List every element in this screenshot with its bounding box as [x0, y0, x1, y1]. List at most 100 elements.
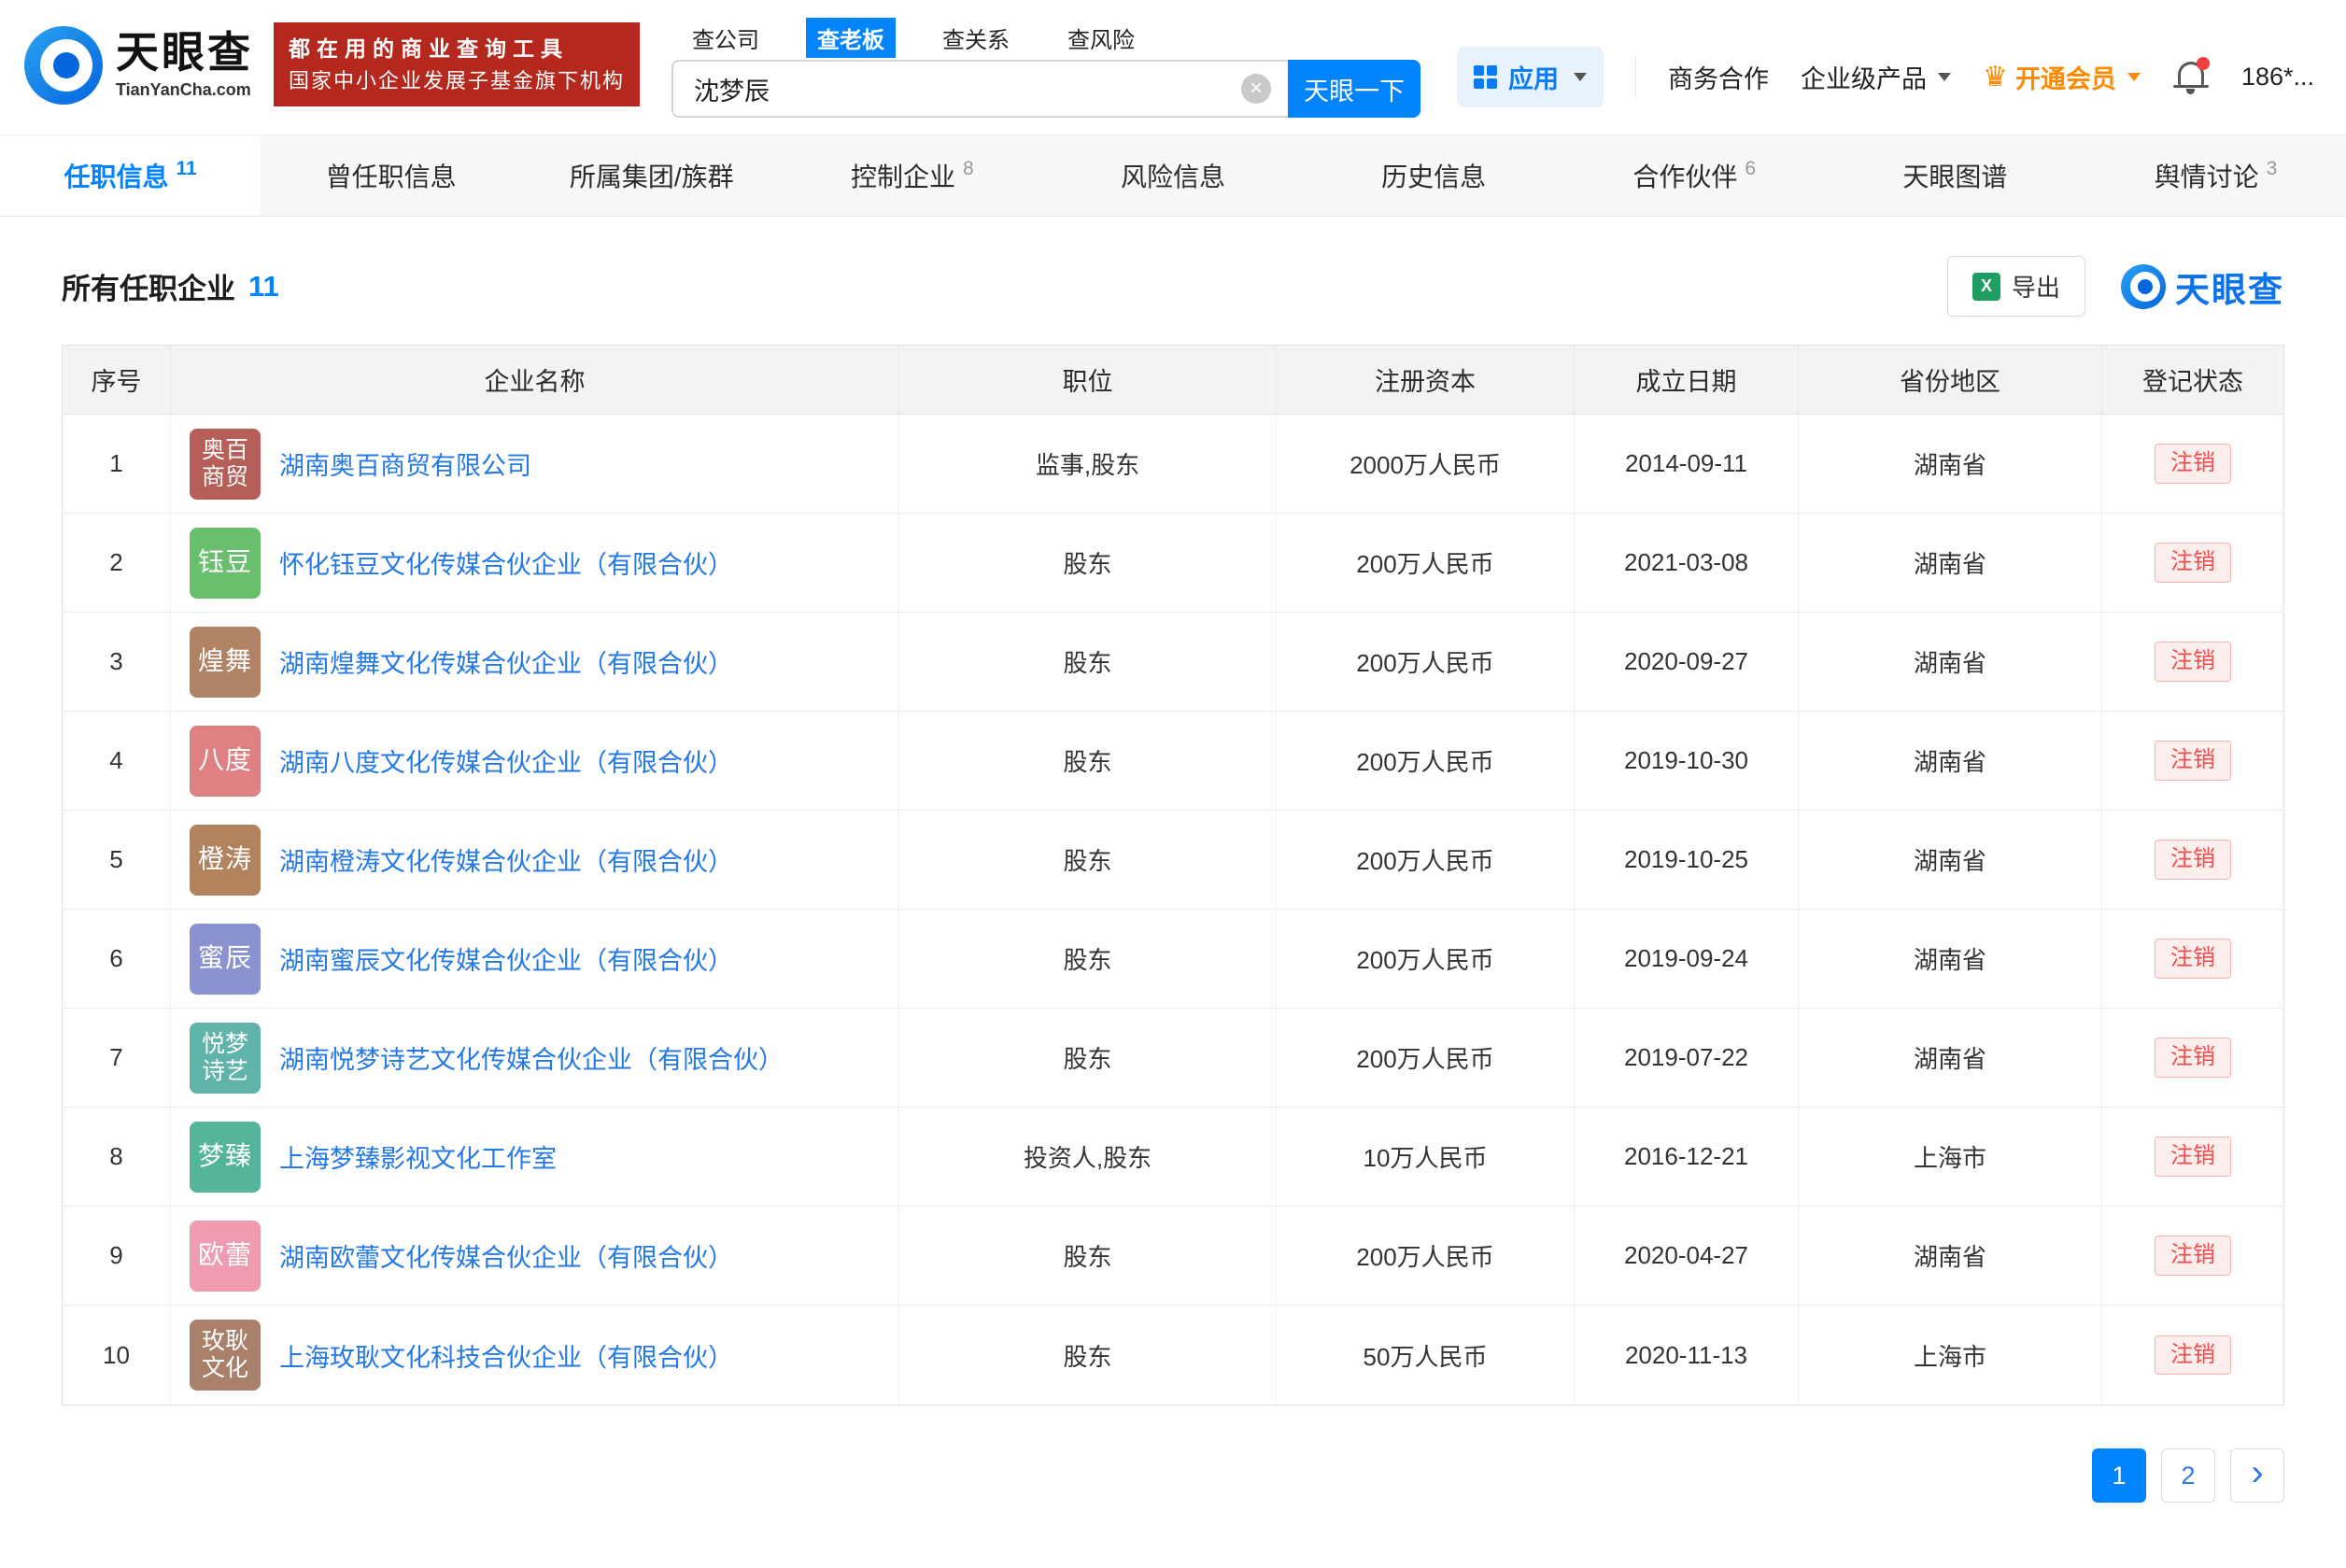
region-cell: 上海市	[1798, 1108, 2101, 1206]
company-name-link[interactable]: 湖南欧蕾文化传媒合伙企业（有限合伙）	[279, 1237, 733, 1274]
region-cell: 上海市	[1798, 1306, 2101, 1405]
export-button[interactable]: X 导出	[1946, 256, 2085, 317]
capital-cell: 200万人民币	[1276, 514, 1574, 612]
company-logo-text: 商贸	[201, 463, 248, 490]
nav-tab-label: 合作伙伴	[1632, 162, 1738, 191]
status-badge: 注销	[2155, 1236, 2231, 1276]
page-2[interactable]: 2	[2161, 1448, 2215, 1503]
status-badge: 注销	[2155, 1137, 2231, 1177]
nav-tab-2[interactable]: 所属集团/族群	[521, 135, 782, 216]
column-header: 序号	[91, 368, 142, 396]
capital-cell: 200万人民币	[1276, 910, 1574, 1008]
nav-tab-6[interactable]: 合作伙伴 6	[1564, 135, 1825, 216]
position-cell: 股东	[898, 712, 1276, 810]
company-cell: 梦臻 上海梦臻影视文化工作室	[170, 1108, 898, 1206]
search-tab-0[interactable]: 查公司	[681, 18, 770, 58]
date-cell: 2019-07-22	[1574, 1009, 1798, 1107]
company-logo: 钰豆	[190, 527, 261, 599]
position-cell: 股东	[898, 514, 1276, 612]
row-number: 4	[109, 746, 123, 774]
search-input[interactable]	[671, 60, 1289, 118]
company-name-link[interactable]: 湖南八度文化传媒合伙企业（有限合伙）	[279, 742, 733, 779]
capital-cell: 200万人民币	[1276, 811, 1574, 909]
search-tab-3[interactable]: 查风险	[1056, 18, 1146, 58]
search-button[interactable]: 天眼一下	[1288, 60, 1421, 118]
company-name-link[interactable]: 湖南奥百商贸有限公司	[279, 445, 531, 482]
row-number: 5	[109, 845, 123, 873]
table-row: 6 蜜辰 湖南蜜辰文化传媒合伙企业（有限合伙） 股东 200万人民币 2019-09-24…	[63, 910, 2283, 1009]
company-name-link[interactable]: 上海梦臻影视文化工作室	[279, 1138, 557, 1175]
nav-tab-8[interactable]: 舆情讨论 3	[2085, 135, 2346, 216]
table-row: 3 煌舞 湖南煌舞文化传媒合伙企业（有限合伙） 股东 200万人民币 2020-09-27…	[63, 613, 2283, 712]
company-logo-text: 煌舞	[197, 646, 252, 676]
status-badge: 注销	[2155, 741, 2231, 781]
status-cell: 注销	[2101, 1009, 2283, 1107]
apps-menu-button[interactable]: 应用	[1457, 47, 1604, 107]
nav-tab-0[interactable]: 任职信息 11	[0, 135, 261, 216]
company-name-link[interactable]: 湖南煌舞文化传媒合伙企业（有限合伙）	[279, 643, 733, 680]
chevron-down-icon	[1574, 73, 1588, 81]
crown-icon: ♛	[1983, 61, 2008, 92]
company-name-link[interactable]: 上海玫耿文化科技合伙企业（有限合伙）	[279, 1337, 733, 1374]
status-cell: 注销	[2101, 910, 2283, 1008]
nav-tab-4[interactable]: 风险信息	[1042, 135, 1303, 216]
status-badge: 注销	[2155, 939, 2231, 979]
search-box: × 天眼一下	[671, 60, 1421, 118]
nav-tab-label: 控制企业	[851, 162, 956, 191]
next-page-button[interactable]: ›	[2230, 1448, 2284, 1503]
company-logo: 橙涛	[190, 824, 261, 896]
section-title: 所有任职企业 11	[62, 269, 279, 306]
nav-tab-3[interactable]: 控制企业 8	[782, 135, 1042, 216]
column-header: 登记状态	[2101, 346, 2283, 414]
capital-cell: 10万人民币	[1276, 1108, 1574, 1206]
company-cell: 蜜辰 湖南蜜辰文化传媒合伙企业（有限合伙）	[170, 910, 898, 1008]
region-cell: 湖南省	[1798, 811, 2101, 909]
notifications-bell-icon[interactable]	[2172, 56, 2210, 98]
region-cell: 湖南省	[1798, 613, 2101, 711]
company-logo-text: 奥百	[201, 436, 248, 463]
page-1[interactable]: 1	[2092, 1448, 2146, 1503]
status-badge: 注销	[2155, 642, 2231, 682]
row-number: 3	[109, 647, 123, 675]
tianyancha-logo[interactable]: 天眼查 TianYanCha.com	[24, 26, 253, 105]
position-cell: 股东	[898, 1306, 1276, 1405]
search-area: 查公司查老板查关系查风险 × 天眼一下	[671, 18, 1421, 118]
position-cell: 股东	[898, 613, 1276, 711]
company-name-link[interactable]: 湖南橙涛文化传媒合伙企业（有限合伙）	[279, 841, 733, 878]
bell-clapper	[2186, 88, 2196, 94]
company-cell: 奥百 商贸 湖南奥百商贸有限公司	[170, 415, 898, 513]
section-actions: X 导出 天眼查	[1946, 256, 2284, 317]
company-logo: 煌舞	[190, 626, 261, 698]
status-cell: 注销	[2101, 514, 2283, 612]
bell-bar	[2172, 84, 2209, 88]
nav-tab-7[interactable]: 天眼图谱	[1825, 135, 2085, 216]
company-logo: 八度	[190, 725, 261, 797]
company-name-link[interactable]: 湖南蜜辰文化传媒合伙企业（有限合伙）	[279, 940, 733, 977]
company-logo-text: 八度	[197, 745, 252, 775]
row-number: 8	[109, 1142, 123, 1170]
nav-tab-label: 风险信息	[1120, 162, 1225, 191]
search-tab-1[interactable]: 查老板	[806, 18, 897, 58]
capital-cell: 2000万人民币	[1276, 415, 1574, 513]
nav-tab-1[interactable]: 曾任职信息	[261, 135, 521, 216]
enterprise-products-link[interactable]: 企业级产品	[1801, 59, 1952, 95]
clear-search-icon[interactable]: ×	[1241, 74, 1272, 104]
row-number: 10	[103, 1340, 130, 1369]
position-cell: 投资人,股东	[898, 1108, 1276, 1206]
table-header-row: 序号 企业名称 职位 注册资本 成立日期 省份地区 登记状态	[63, 346, 2283, 415]
table-row: 2 钰豆 怀化钰豆文化传媒合伙企业（有限合伙） 股东 200万人民币 2021-03-08…	[63, 514, 2283, 613]
nav-tab-5[interactable]: 历史信息	[1304, 135, 1564, 216]
user-account[interactable]: 186*...	[2241, 63, 2314, 92]
pagination: 1 2 ›	[62, 1448, 2284, 1503]
company-logo: 悦梦 诗艺	[190, 1022, 261, 1094]
company-name-link[interactable]: 怀化钰豆文化传媒合伙企业（有限合伙）	[279, 544, 733, 581]
capital-cell: 200万人民币	[1276, 1207, 1574, 1305]
promo-banner: 都在用的商业查询工具 国家中小企业发展子基金旗下机构	[274, 22, 641, 106]
table-body: 1 奥百 商贸 湖南奥百商贸有限公司 监事,股东 2000万人民币 2014-09-11 湖南…	[63, 415, 2283, 1405]
business-cooperation-link[interactable]: 商务合作	[1668, 59, 1769, 95]
search-tab-2[interactable]: 查关系	[931, 18, 1021, 58]
logo-text-block: 天眼查 TianYanCha.com	[116, 31, 253, 100]
vip-upgrade-button[interactable]: ♛ 开通会员	[1983, 59, 2141, 95]
nav-tab-count: 3	[2266, 158, 2278, 179]
company-name-link[interactable]: 湖南悦梦诗艺文化传媒合伙企业（有限合伙）	[279, 1039, 784, 1076]
